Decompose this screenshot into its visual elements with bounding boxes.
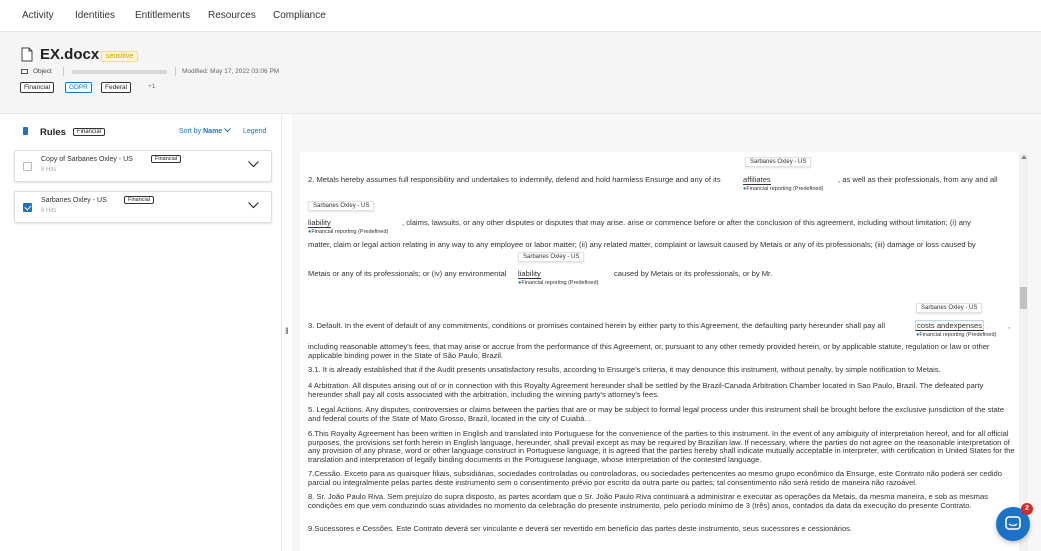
- chevron-down-icon[interactable]: [248, 202, 259, 209]
- document-text: Metais or any of its professionals; or (…: [308, 269, 507, 278]
- tag-gdpr[interactable]: GDPR: [65, 82, 92, 93]
- object-type: Object: [33, 68, 52, 75]
- document-paragraph: including reasonable attorney's fees, th…: [308, 342, 990, 360]
- rule-badge: Financial: [124, 196, 155, 204]
- highlighted-term[interactable]: liability: [308, 218, 331, 228]
- top-nav: Activity Identities Entitlements Resourc…: [0, 0, 1041, 32]
- rules-icon: [23, 127, 28, 135]
- document-paragraph: 3.1. It is already established that if t…: [308, 365, 941, 374]
- object-icon: [21, 69, 28, 74]
- tab-resources[interactable]: Resources: [208, 10, 256, 21]
- tag-financial[interactable]: Financial: [20, 82, 55, 93]
- redacted-account-name: [72, 70, 167, 74]
- tab-entitlements[interactable]: Entitlements: [135, 10, 190, 21]
- tab-compliance[interactable]: Compliance: [273, 10, 326, 21]
- document-text: , claims, lawsuits, or any other dispute…: [402, 218, 971, 227]
- rule-hits: 8 Hits: [41, 167, 57, 173]
- highlight-rule-tag[interactable]: Sarbanes Oxley - US: [745, 157, 812, 167]
- highlight-rule-tag[interactable]: Sarbanes Oxley - US: [916, 303, 983, 313]
- document-scrollbar[interactable]: [1019, 152, 1028, 551]
- highlight-category: ●Financial reporting (Predefined): [308, 229, 388, 235]
- document-text: 3. Default. In the event of default of a…: [308, 321, 886, 330]
- document-paragraph: 9.Sucessores e Cessões. Este Contrato de…: [308, 524, 853, 533]
- scroll-up-arrow[interactable]: [1021, 155, 1027, 159]
- document-paragraph: 7.Cessão. Exceto para as quaisquer filia…: [308, 469, 1002, 487]
- category-label: Financial reporting (Predefined): [521, 280, 599, 286]
- rules-filter-badge[interactable]: Financial: [73, 128, 106, 136]
- highlight-rule-tag[interactable]: Sarbanes Oxley - US: [518, 252, 585, 262]
- document-paragraph: 6.This Royalty Agreement has been writte…: [308, 429, 1015, 464]
- document-paragraph: 5. Legal Actions. Any disputes, controve…: [308, 405, 1005, 423]
- document-text: matter, claim or legal action relating i…: [308, 240, 976, 249]
- rule-hits: 8 Hits: [41, 208, 57, 214]
- rule-name: Sarbanes Oxley - US: [41, 197, 107, 204]
- category-label: Financial reporting (Predefined): [746, 186, 824, 192]
- category-label: Financial reporting (Predefined): [919, 332, 997, 338]
- sensitivity-badge: sensitive: [101, 51, 139, 62]
- rule-card[interactable]: Sarbanes Oxley - US Financial 8 Hits: [14, 191, 272, 223]
- highlight-rule-tag[interactable]: Sarbanes Oxley - US: [308, 201, 375, 211]
- rule-card[interactable]: Copy of Sarbanes Oxley - US Financial 8 …: [14, 150, 272, 182]
- sort-label: Sort by:: [179, 128, 204, 135]
- rule-checkbox[interactable]: [23, 162, 32, 171]
- tab-identities[interactable]: Identities: [75, 10, 115, 21]
- category-label: Financial reporting (Predefined): [311, 229, 389, 235]
- more-tags[interactable]: +1: [145, 82, 158, 91]
- document-text: 2. Metals hereby assumes full responsibi…: [308, 175, 721, 184]
- highlight-category: ●Financial reporting (Predefined): [743, 186, 823, 192]
- document-paragraph: 8. Sr. João Paulo Riva. Sem prejuízo do …: [308, 492, 988, 510]
- sort-value: Name: [203, 128, 223, 135]
- document-icon: [21, 47, 33, 62]
- highlighted-term[interactable]: costs andexpenses: [915, 320, 985, 331]
- chevron-down-icon[interactable]: [248, 161, 259, 168]
- tab-activity[interactable]: Activity: [22, 10, 54, 21]
- tag-federal[interactable]: Federal: [101, 82, 132, 93]
- file-title: EX.docx: [40, 46, 100, 63]
- highlight-category: ●Financial reporting (Predefined): [916, 332, 996, 338]
- highlighted-term[interactable]: affiliates: [743, 175, 771, 185]
- rules-title: Rules: [40, 127, 66, 138]
- scrollbar-thumb[interactable]: [1020, 287, 1027, 309]
- divider: [63, 67, 64, 76]
- rule-checkbox[interactable]: [23, 203, 32, 212]
- notification-badge: 2: [1021, 503, 1033, 515]
- modified-date: Modified: May 17, 2022 03:06 PM: [182, 68, 280, 75]
- sort-by-dropdown[interactable]: Sort by:Name: [179, 128, 232, 135]
- highlight-category: ●Financial reporting (Predefined): [518, 280, 598, 286]
- panel-resize-handle[interactable]: ‖: [285, 326, 289, 336]
- legend-link[interactable]: Legend: [243, 128, 266, 135]
- rule-name: Copy of Sarbanes Oxley - US: [41, 156, 133, 163]
- document-text: caused by Metais or its professionals, o…: [614, 269, 773, 278]
- document-paragraph: 4 Arbitration. All disputes arising out …: [308, 381, 984, 399]
- highlighted-term[interactable]: liability: [518, 269, 541, 279]
- chevron-down-icon: [224, 128, 232, 133]
- divider: [175, 67, 176, 76]
- document-text: , as well as their professionals, from a…: [838, 175, 998, 184]
- rule-badge: Financial: [151, 155, 182, 163]
- document-text: ,: [1008, 321, 1011, 330]
